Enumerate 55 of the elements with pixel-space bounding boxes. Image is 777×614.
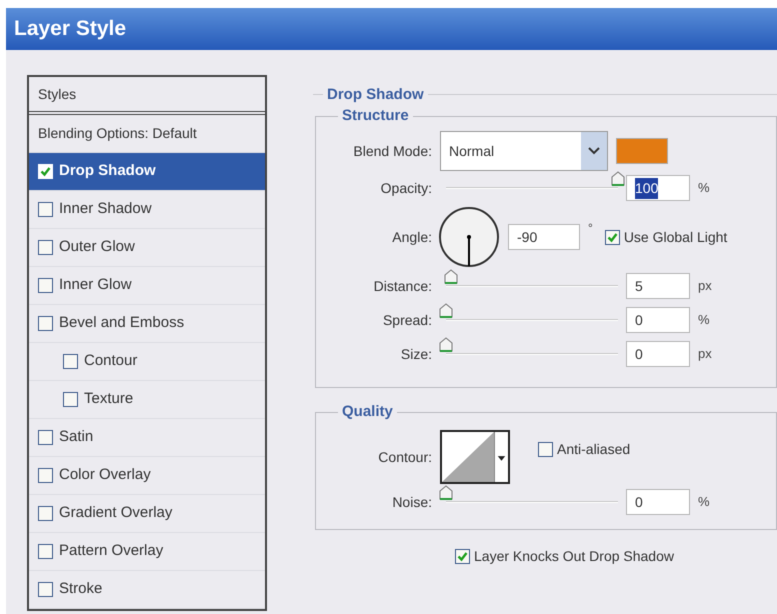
unit-label: px xyxy=(698,277,712,296)
contour-curve-icon xyxy=(442,432,494,482)
unit-label: ° xyxy=(588,220,593,237)
unit-label: px xyxy=(698,345,712,364)
checkbox[interactable] xyxy=(38,468,53,483)
unit-label: % xyxy=(698,311,710,330)
checkbox-label: Anti-aliased xyxy=(557,440,630,459)
slider-thumb[interactable] xyxy=(611,171,625,187)
field-label: Contour: xyxy=(377,448,433,466)
checkbox[interactable] xyxy=(38,316,53,331)
slider-thumb[interactable] xyxy=(439,485,453,501)
value-field[interactable]: 5 xyxy=(626,273,690,299)
field-label: Spread: xyxy=(382,310,433,330)
checkbox[interactable] xyxy=(38,240,53,255)
checkbox[interactable] xyxy=(63,392,78,407)
checkbox[interactable] xyxy=(38,544,53,559)
checkbox[interactable] xyxy=(38,278,53,293)
value-field[interactable]: 0 xyxy=(626,489,690,515)
check-icon xyxy=(606,232,618,242)
field-label: Opacity: xyxy=(380,178,433,198)
slider-thumb[interactable] xyxy=(439,303,453,319)
angle-field[interactable]: -90 xyxy=(508,224,580,250)
angle-dial[interactable] xyxy=(438,206,500,268)
style-item[interactable]: Drop Shadow xyxy=(29,153,265,191)
checkbox[interactable] xyxy=(63,354,78,369)
checkbox-label: Use Global Light xyxy=(624,228,728,247)
check-icon xyxy=(457,551,468,562)
blend-mode-dropdown[interactable]: Normal xyxy=(440,131,608,171)
unit-label: % xyxy=(698,493,710,512)
value-field[interactable]: 0 xyxy=(626,307,690,333)
contour-picker[interactable] xyxy=(440,430,510,484)
window-title: Layer Style xyxy=(14,16,126,42)
checkbox[interactable] xyxy=(38,582,53,597)
slider-thumb[interactable] xyxy=(444,269,458,285)
checkbox[interactable] xyxy=(38,202,53,217)
slider-thumb[interactable] xyxy=(439,337,453,353)
checkbox[interactable] xyxy=(38,506,53,521)
checkbox[interactable] xyxy=(604,230,620,244)
checkbox-label: Layer Knocks Out Drop Shadow xyxy=(474,547,674,566)
field-label: Noise: xyxy=(391,492,433,512)
unit-label: % xyxy=(698,179,710,198)
color-swatch[interactable] xyxy=(616,138,668,164)
value-field[interactable]: 0 xyxy=(626,341,690,367)
field-label: Distance: xyxy=(372,276,433,296)
check-icon xyxy=(40,166,51,177)
checkbox[interactable] xyxy=(455,549,470,564)
panel-header: Styles xyxy=(38,84,76,104)
field-label: Angle: xyxy=(391,228,433,247)
field-label: Size: xyxy=(400,344,433,364)
checkbox[interactable] xyxy=(538,442,553,457)
chevron-icon xyxy=(581,132,607,170)
checkbox[interactable] xyxy=(38,430,53,445)
value-field[interactable]: 100 xyxy=(626,175,690,201)
field-label: Blend Mode: xyxy=(352,142,433,160)
caret-icon xyxy=(494,432,508,482)
